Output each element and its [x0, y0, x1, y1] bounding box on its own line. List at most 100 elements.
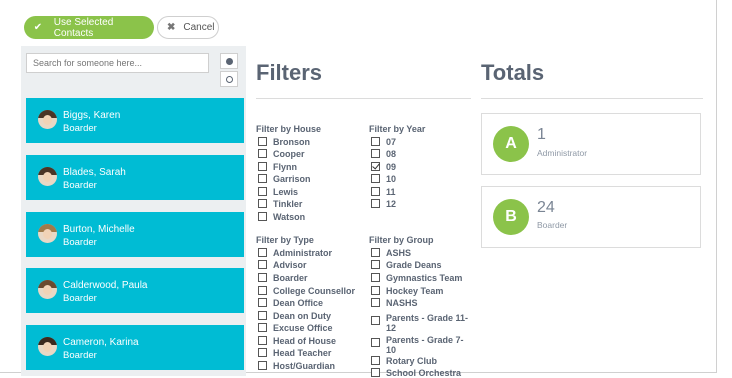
- total-letter-badge: B: [493, 199, 529, 235]
- filter-group-option[interactable]: Rotary Club: [371, 356, 437, 366]
- filter-group-option[interactable]: NASHS: [371, 298, 418, 308]
- total-label: Boarder: [537, 220, 568, 230]
- filter-type-option[interactable]: Advisor: [258, 260, 307, 270]
- checkbox[interactable]: [258, 348, 267, 357]
- cancel-label: Cancel: [183, 22, 215, 33]
- filter-group-option[interactable]: Parents - Grade 11-12: [371, 313, 471, 333]
- filter-type-option[interactable]: College Counsellor: [258, 286, 355, 296]
- checkbox[interactable]: [258, 174, 267, 183]
- checkbox[interactable]: [371, 137, 380, 146]
- checkbox[interactable]: [258, 311, 267, 320]
- filter-house-option[interactable]: Watson: [258, 212, 305, 222]
- filter-type-option[interactable]: Head Teacher: [258, 348, 331, 358]
- contact-role: Boarder: [63, 180, 97, 191]
- checkbox[interactable]: [371, 338, 380, 347]
- checkbox[interactable]: [258, 162, 267, 171]
- checkbox[interactable]: [258, 260, 267, 269]
- filter-group-option[interactable]: Hockey Team: [371, 286, 443, 296]
- cancel-button[interactable]: ✖ Cancel: [157, 16, 219, 39]
- checkbox[interactable]: [258, 361, 267, 370]
- checkbox[interactable]: [371, 174, 380, 183]
- checkbox-checked[interactable]: [371, 162, 380, 171]
- filter-type-option[interactable]: Head of House: [258, 336, 336, 346]
- total-count: 1: [537, 126, 546, 143]
- checkbox[interactable]: [258, 298, 267, 307]
- avatar: [38, 110, 57, 129]
- filter-house-option[interactable]: Cooper: [258, 149, 305, 159]
- filter-year-option[interactable]: 07: [371, 137, 396, 147]
- avatar: [38, 280, 57, 299]
- filter-year-title: Filter by Year: [369, 124, 426, 134]
- filter-type-option[interactable]: Administrator: [258, 248, 332, 258]
- contact-name: Calderwood, Paula: [63, 280, 148, 291]
- filter-group-option[interactable]: School Orchestra: [371, 368, 461, 378]
- checkbox[interactable]: [371, 356, 380, 365]
- total-card: B 24 Boarder: [481, 186, 701, 248]
- close-icon: ✖: [167, 22, 176, 33]
- filter-year-option[interactable]: 12: [371, 199, 396, 209]
- check-icon: ✔: [33, 22, 43, 33]
- checkbox[interactable]: [371, 286, 380, 295]
- checkbox[interactable]: [371, 187, 380, 196]
- select-all-radio[interactable]: [220, 53, 238, 69]
- filter-group-option[interactable]: Parents - Grade 7-10: [371, 335, 471, 355]
- filter-year-option[interactable]: 08: [371, 149, 396, 159]
- contact-name: Burton, Michelle: [63, 224, 135, 235]
- totals-divider: [481, 98, 703, 99]
- checkbox[interactable]: [258, 187, 267, 196]
- filter-year-option[interactable]: 09: [371, 162, 396, 172]
- checkbox[interactable]: [258, 137, 267, 146]
- total-count: 24: [537, 199, 555, 216]
- checkbox[interactable]: [371, 248, 380, 257]
- avatar: [38, 224, 57, 243]
- filter-house-title: Filter by House: [256, 124, 322, 134]
- checkbox[interactable]: [258, 199, 267, 208]
- checkbox[interactable]: [258, 248, 267, 257]
- filter-house-option[interactable]: Tinkler: [258, 199, 302, 209]
- filter-type-option[interactable]: Excuse Office: [258, 323, 333, 333]
- filter-group-title: Filter by Group: [369, 235, 434, 245]
- filter-group-option[interactable]: Gymnastics Team: [371, 273, 462, 283]
- search-input[interactable]: [26, 53, 209, 73]
- contact-role: Boarder: [63, 350, 97, 361]
- checkbox[interactable]: [371, 199, 380, 208]
- filter-house-option[interactable]: Garrison: [258, 174, 311, 184]
- filter-type-option[interactable]: Boarder: [258, 273, 308, 283]
- checkbox[interactable]: [258, 273, 267, 282]
- filter-type-option[interactable]: Dean Office: [258, 298, 323, 308]
- contact-item[interactable]: Biggs, Karen Boarder: [26, 98, 244, 143]
- checkbox[interactable]: [371, 316, 380, 325]
- checkbox[interactable]: [258, 286, 267, 295]
- checkbox[interactable]: [258, 149, 267, 158]
- checkbox[interactable]: [371, 149, 380, 158]
- filter-house-option[interactable]: Flynn: [258, 162, 297, 172]
- filter-type-option[interactable]: Dean on Duty: [258, 311, 331, 321]
- checkbox[interactable]: [258, 336, 267, 345]
- contact-item[interactable]: Cameron, Karina Boarder: [26, 325, 244, 370]
- radio-dot-filled: [225, 57, 233, 65]
- filter-group-option[interactable]: Grade Deans: [371, 260, 442, 270]
- checkbox[interactable]: [371, 298, 380, 307]
- contact-item[interactable]: Calderwood, Paula Boarder: [26, 268, 244, 313]
- filter-group-option[interactable]: ASHS: [371, 248, 411, 258]
- filter-type-option[interactable]: Host/Guardian: [258, 361, 335, 371]
- filter-year-option[interactable]: 11: [371, 187, 396, 197]
- checkbox[interactable]: [371, 273, 380, 282]
- filter-house-option[interactable]: Lewis: [258, 187, 298, 197]
- filters-heading: Filters: [256, 60, 323, 85]
- total-letter-badge: A: [493, 126, 529, 162]
- contact-item[interactable]: Burton, Michelle Boarder: [26, 212, 244, 257]
- use-selected-contacts-button[interactable]: ✔ Use Selected Contacts: [24, 16, 154, 39]
- select-none-radio[interactable]: [220, 71, 238, 87]
- checkbox[interactable]: [371, 260, 380, 269]
- total-label: Administrator: [537, 148, 588, 158]
- filter-house-option[interactable]: Bronson: [258, 137, 310, 147]
- contact-item[interactable]: Blades, Sarah Boarder: [26, 155, 244, 200]
- contact-name: Biggs, Karen: [63, 110, 121, 121]
- filter-year-option[interactable]: 10: [371, 174, 396, 184]
- checkbox[interactable]: [258, 323, 267, 332]
- checkbox[interactable]: [258, 212, 267, 221]
- total-card: A 1 Administrator: [481, 113, 701, 175]
- contact-role: Boarder: [63, 123, 97, 134]
- contact-name: Cameron, Karina: [63, 337, 139, 348]
